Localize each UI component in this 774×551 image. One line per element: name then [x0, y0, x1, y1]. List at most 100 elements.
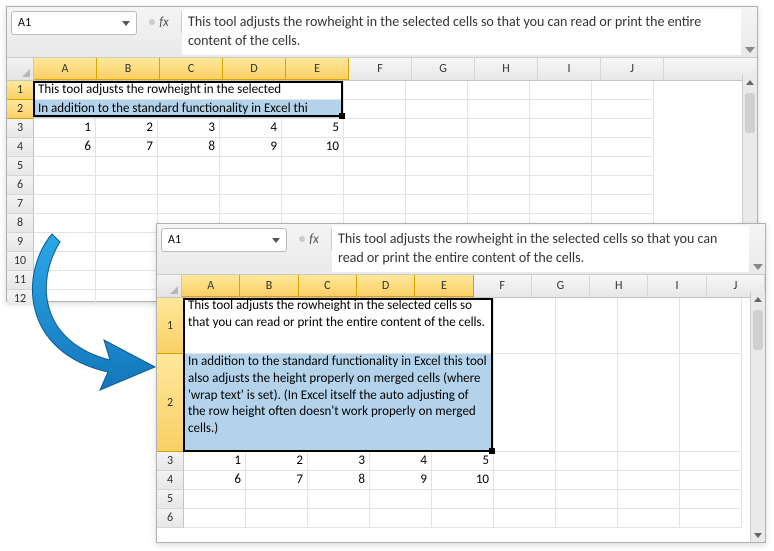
cell[interactable] [344, 100, 406, 119]
row-header-8[interactable]: 8 [7, 214, 34, 233]
row-header-5[interactable]: 5 [7, 157, 34, 176]
scroll-thumb[interactable] [753, 310, 763, 350]
cell[interactable] [406, 100, 468, 119]
cell[interactable] [344, 119, 406, 138]
cell[interactable] [556, 298, 618, 354]
cell[interactable] [406, 138, 468, 157]
cell[interactable] [370, 509, 432, 528]
col-header-i[interactable]: I [538, 58, 601, 80]
cell-c4[interactable]: 8 [158, 138, 220, 157]
cell-c4[interactable]: 8 [308, 471, 370, 490]
col-header-f[interactable]: F [474, 275, 532, 297]
cell[interactable] [592, 157, 654, 176]
cell[interactable] [406, 157, 468, 176]
merged-cell-a2[interactable]: In addition to the standard functionalit… [34, 100, 344, 119]
cell[interactable] [618, 298, 680, 354]
cell[interactable] [96, 157, 158, 176]
cell[interactable] [468, 176, 530, 195]
col-header-d[interactable]: D [223, 58, 286, 80]
col-header-b[interactable]: B [97, 58, 160, 80]
cell-e4[interactable]: 10 [282, 138, 344, 157]
cell-d3[interactable]: 4 [370, 452, 432, 471]
row-header-7[interactable]: 7 [7, 195, 34, 214]
cell[interactable] [530, 100, 592, 119]
cell[interactable] [370, 490, 432, 509]
formula-bar-content[interactable]: This tool adjusts the rowheight in the s… [182, 9, 741, 55]
cell[interactable] [556, 509, 618, 528]
cell[interactable] [468, 195, 530, 214]
cell[interactable] [530, 138, 592, 157]
vertical-scrollbar[interactable] [750, 292, 765, 542]
cell[interactable] [344, 176, 406, 195]
cell[interactable] [530, 195, 592, 214]
cell[interactable] [680, 490, 742, 509]
cell-e3[interactable]: 5 [282, 119, 344, 138]
col-header-c[interactable]: C [299, 275, 357, 297]
merged-cell-a1[interactable]: This tool adjusts the rowheight in the s… [184, 298, 494, 354]
cell[interactable] [556, 490, 618, 509]
cell-b4[interactable]: 7 [246, 471, 308, 490]
fx-button[interactable]: fx [137, 11, 182, 33]
cell[interactable] [158, 157, 220, 176]
cell[interactable] [468, 138, 530, 157]
row-header-3[interactable]: 3 [7, 119, 34, 138]
row-header-6[interactable]: 6 [157, 509, 184, 528]
cell[interactable] [158, 195, 220, 214]
formula-bar-content[interactable]: This tool adjusts the rowheight in the s… [332, 226, 749, 272]
cell[interactable] [220, 195, 282, 214]
col-header-f[interactable]: F [349, 58, 412, 80]
cell[interactable] [592, 195, 654, 214]
cell[interactable] [556, 354, 618, 452]
cell-b4[interactable]: 7 [96, 138, 158, 157]
cell[interactable] [34, 157, 96, 176]
cell-d4[interactable]: 9 [220, 138, 282, 157]
cell-d4[interactable]: 9 [370, 471, 432, 490]
cell[interactable] [592, 100, 654, 119]
row-header-6[interactable]: 6 [7, 176, 34, 195]
cell[interactable] [680, 452, 742, 471]
col-header-a[interactable]: A [34, 58, 97, 80]
cell[interactable] [344, 195, 406, 214]
row-header-5[interactable]: 5 [157, 490, 184, 509]
cell[interactable] [344, 157, 406, 176]
cell[interactable] [618, 490, 680, 509]
cell[interactable] [592, 138, 654, 157]
cell[interactable] [530, 176, 592, 195]
scroll-up-icon[interactable] [751, 292, 765, 306]
row-header-1[interactable]: 1 [157, 298, 184, 354]
row-header-2[interactable]: 2 [157, 354, 184, 452]
cell[interactable] [246, 509, 308, 528]
cell[interactable] [618, 452, 680, 471]
cell[interactable] [220, 176, 282, 195]
cell[interactable] [282, 195, 344, 214]
grid-body[interactable]: 1 This tool adjusts the rowheight in the… [157, 298, 765, 546]
cell[interactable] [468, 100, 530, 119]
cell[interactable] [406, 81, 468, 100]
row-header-2[interactable]: 2 [7, 100, 34, 119]
cell[interactable] [406, 119, 468, 138]
cell[interactable] [34, 214, 96, 233]
cell[interactable] [530, 119, 592, 138]
merged-cell-a2[interactable]: In addition to the standard functionalit… [184, 354, 494, 452]
cell[interactable] [618, 471, 680, 490]
col-header-g[interactable]: G [412, 58, 475, 80]
fx-button[interactable]: fx [287, 228, 332, 250]
select-all-corner[interactable] [157, 275, 182, 297]
cell[interactable] [308, 509, 370, 528]
col-header-c[interactable]: C [160, 58, 223, 80]
col-header-e[interactable]: E [415, 275, 473, 297]
cell-a4[interactable]: 6 [34, 138, 96, 157]
formula-bar-expand[interactable] [743, 7, 757, 57]
cell-c3[interactable]: 3 [308, 452, 370, 471]
cell-e4[interactable]: 10 [432, 471, 494, 490]
cell[interactable] [96, 176, 158, 195]
formula-bar-expand[interactable] [751, 224, 765, 274]
cell-a3[interactable]: 1 [184, 452, 246, 471]
cell-c3[interactable]: 3 [158, 119, 220, 138]
col-header-g[interactable]: G [532, 275, 590, 297]
cell[interactable] [308, 490, 370, 509]
cell[interactable] [680, 354, 742, 452]
cell[interactable] [34, 176, 96, 195]
cell[interactable] [680, 471, 742, 490]
scroll-thumb[interactable] [745, 93, 755, 133]
